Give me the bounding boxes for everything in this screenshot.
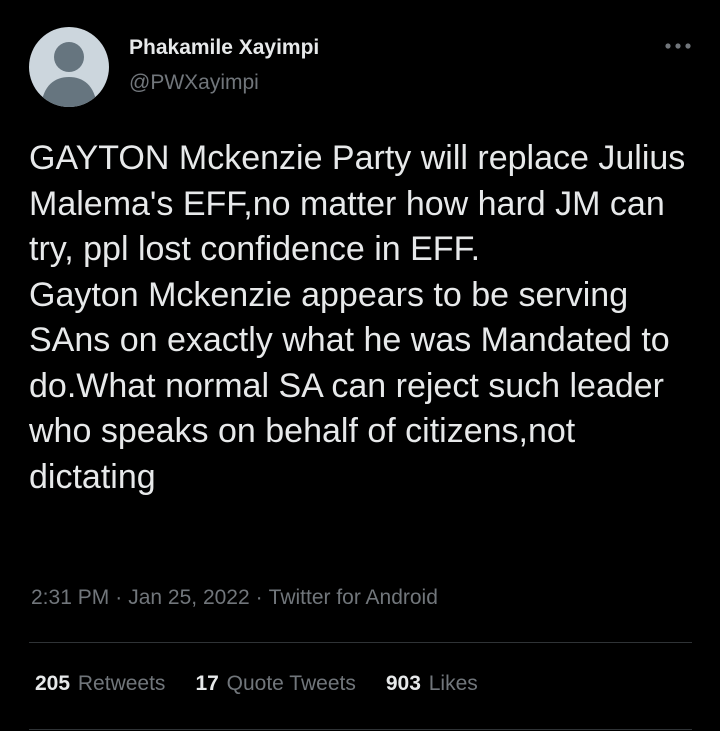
divider [29,642,692,643]
retweets-stat[interactable]: 205 Retweets [35,672,165,696]
author-handle[interactable]: @PWXayimpi [129,71,259,95]
default-profile-silhouette-icon [41,42,97,107]
tweet-text: GAYTON Mckenzie Party will replace Juliu… [29,139,686,496]
more-horizontal-icon [665,43,691,49]
avatar[interactable] [29,27,109,107]
meta-separator: · [255,586,263,609]
quote-tweets-label: Quote Tweets [226,672,356,695]
quote-tweets-count: 17 [195,672,219,695]
tweet-meta: 2:31 PM · Jan 25, 2022 · Twitter for Android [31,586,438,610]
quote-tweets-stat[interactable]: 17 Quote Tweets [195,672,355,696]
likes-count: 903 [385,672,421,695]
author-name[interactable]: Phakamile Xayimpi [129,36,319,60]
divider [29,729,692,730]
likes-stat[interactable]: 903 Likes [386,672,478,696]
engagement-stats: 205 Retweets 17 Quote Tweets 903 Likes [35,672,508,696]
tweet-source[interactable]: Twitter for Android [269,586,438,609]
more-options-button[interactable] [662,34,694,58]
meta-separator: · [115,586,123,609]
tweet-time[interactable]: 2:31 PM [31,586,109,609]
retweets-label: Retweets [77,672,166,695]
tweet-date[interactable]: Jan 25, 2022 [128,586,249,609]
tweet-detail: Phakamile Xayimpi @PWXayimpi GAYTON Mcke… [0,0,720,731]
retweets-count: 205 [35,672,71,695]
likes-label: Likes [428,672,478,695]
